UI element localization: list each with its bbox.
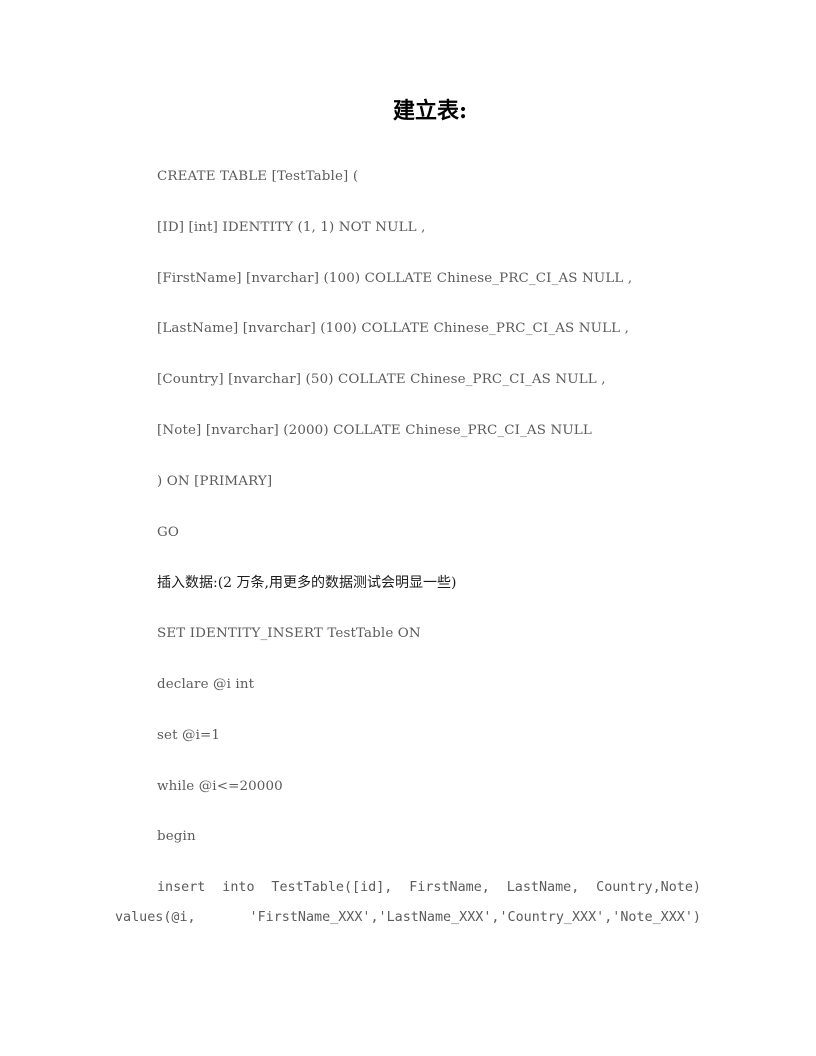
code-line-begin: begin	[157, 829, 196, 845]
code-line-insert-into: insert into TestTable([id], FirstName, L…	[157, 880, 701, 896]
code-line-create-table: CREATE TABLE [TestTable] (	[157, 169, 359, 184]
code-line-col-firstname: [FirstName] [nvarchar] (100) COLLATE Chi…	[157, 270, 633, 286]
code-paragraph-insert-statement: insert into TestTable([id], FirstName, L…	[115, 873, 701, 933]
code-line-insert-values: values(@i, 'FirstName_XXX','LastName_XXX…	[115, 910, 701, 926]
code-line-col-note: [Note] [nvarchar] (2000) COLLATE Chinese…	[157, 422, 592, 438]
code-line-col-id: [ID] [int] IDENTITY (1, 1) NOT NULL ,	[157, 219, 426, 235]
page-title: 建立表:	[392, 98, 468, 124]
code-line-set-i: set @i=1	[157, 727, 221, 743]
document-page: 建立表: CREATE TABLE [TestTable] ( [ID] [in…	[0, 0, 816, 1056]
document-body: CREATE TABLE [TestTable] ( [ID] [int] ID…	[115, 152, 701, 933]
code-line-on-primary: ) ON [PRIMARY]	[157, 473, 273, 489]
code-line-col-country: [Country] [nvarchar] (50) COLLATE Chines…	[157, 372, 606, 388]
note-insert-data: 插入数据:(2 万条,用更多的数据测试会明显一些)	[157, 575, 457, 592]
code-line-while-i: while @i<=20000	[157, 778, 283, 794]
code-line-declare-i: declare @i int	[157, 676, 255, 692]
code-line-go: GO	[157, 524, 179, 540]
code-line-set-identity-insert: SET IDENTITY_INSERT TestTable ON	[157, 626, 421, 642]
code-line-col-lastname: [LastName] [nvarchar] (100) COLLATE Chin…	[157, 321, 629, 337]
